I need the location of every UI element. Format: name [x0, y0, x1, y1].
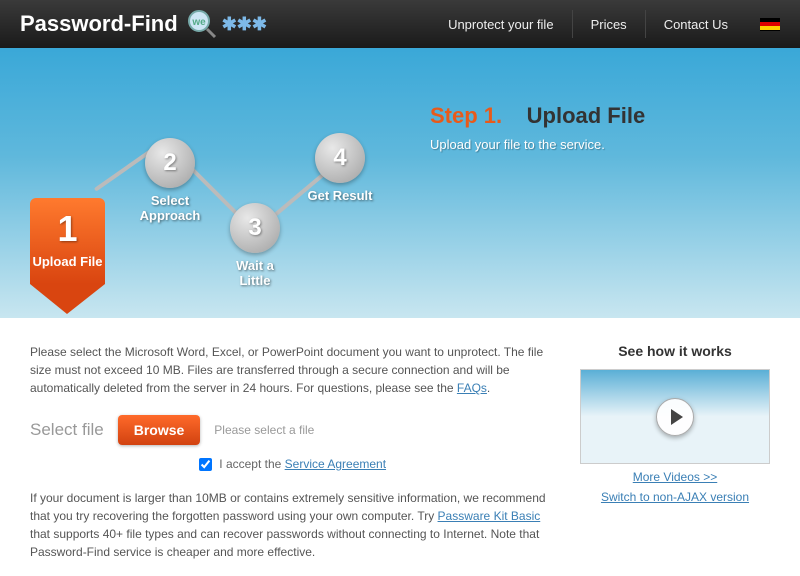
accept-row: I accept the Service Agreement: [30, 455, 555, 473]
passware-link[interactable]: Passware Kit Basic: [438, 509, 541, 523]
accept-prefix: I accept the: [219, 457, 284, 471]
magnifier-icon: we: [186, 8, 218, 40]
play-triangle-icon: [671, 409, 683, 425]
step-3-num: 3: [248, 214, 261, 242]
step-4-num: 4: [333, 144, 346, 172]
recommend-text: If your document is larger than 10MB or …: [30, 489, 555, 561]
rec-p2: that supports 40+ file types and can rec…: [30, 527, 539, 559]
select-file-row: Select file Browse Please select a file: [30, 415, 555, 445]
nav-contact[interactable]: Contact Us: [645, 10, 746, 38]
file-hint: Please select a file: [214, 421, 314, 439]
step-subtitle: Upload your file to the service.: [430, 137, 760, 152]
logo-we: we: [191, 17, 206, 28]
nav-unprotect[interactable]: Unprotect your file: [430, 10, 572, 38]
sidebar: See how it works More Videos >> Switch t…: [580, 343, 770, 561]
step-2-num: 2: [163, 149, 176, 177]
step-name: Upload File: [527, 103, 646, 128]
nav-prices[interactable]: Prices: [572, 10, 645, 38]
step-title: Step 1. Upload File: [430, 103, 760, 129]
step-3-circle: 3: [230, 203, 280, 253]
logo[interactable]: Password-Find we ✱✱✱: [20, 8, 267, 40]
step-2-label: Select Approach: [135, 193, 205, 223]
main-column: Please select the Microsoft Word, Excel,…: [30, 343, 555, 561]
browse-button[interactable]: Browse: [118, 415, 201, 445]
hero: 1 Upload File 2 Select Approach 3 Wait a…: [0, 48, 800, 318]
step-1-active: 1 Upload File: [30, 198, 105, 314]
sidebar-title: See how it works: [580, 343, 770, 359]
nav: Unprotect your file Prices Contact Us: [430, 10, 780, 38]
step-prefix: Step 1.: [430, 103, 502, 128]
faqs-link[interactable]: FAQs: [457, 381, 487, 395]
step-4-circle: 4: [315, 133, 365, 183]
arrow-down-icon: [30, 284, 105, 314]
stars-icon: ✱✱✱: [222, 14, 267, 35]
select-file-label: Select file: [30, 417, 104, 443]
service-agreement-link[interactable]: Service Agreement: [285, 457, 386, 471]
hero-text: Step 1. Upload File Upload your file to …: [430, 103, 760, 152]
german-flag-icon[interactable]: [760, 18, 780, 31]
intro-text: Please select the Microsoft Word, Excel,…: [30, 343, 555, 397]
connector: [94, 148, 154, 191]
video-thumbnail[interactable]: [580, 369, 770, 464]
step-3-label: Wait a Little: [220, 258, 290, 288]
accept-checkbox[interactable]: [199, 458, 212, 471]
more-videos-link[interactable]: More Videos >>: [580, 470, 770, 484]
switch-version-link[interactable]: Switch to non-AJAX version: [580, 490, 770, 504]
top-header: Password-Find we ✱✱✱ Unprotect your file…: [0, 0, 800, 48]
content: Please select the Microsoft Word, Excel,…: [0, 318, 800, 576]
step-1-num: 1: [30, 208, 105, 250]
steps-diagram: 1 Upload File 2 Select Approach 3 Wait a…: [20, 113, 390, 333]
logo-text: Password-Find: [20, 11, 178, 37]
step-1-label: Upload File: [30, 254, 105, 269]
step-2-circle: 2: [145, 138, 195, 188]
play-button-icon[interactable]: [656, 398, 694, 436]
step-4-label: Get Result: [305, 188, 375, 203]
